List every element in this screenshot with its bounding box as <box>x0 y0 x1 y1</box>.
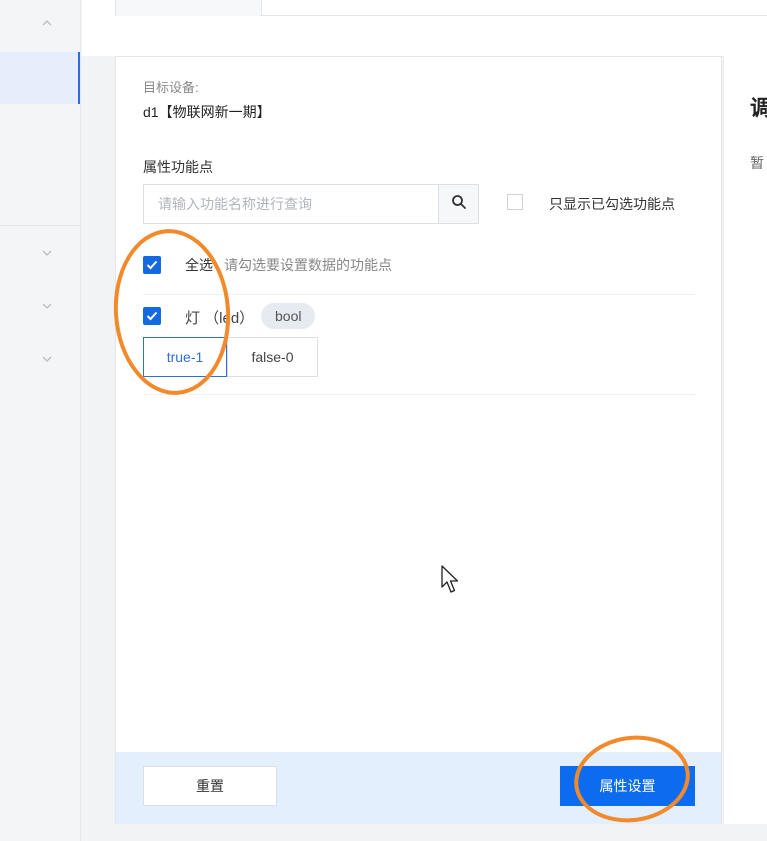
mouse-cursor-icon <box>441 565 461 600</box>
search-input[interactable] <box>144 185 448 223</box>
dialog-footer: 重置 属性设置 <box>116 752 721 824</box>
divider <box>143 294 695 295</box>
property-set-panel: 目标设备: d1【物联网新一期】 属性功能点 只显示已勾选功能点 全选 请勾选要… <box>115 56 722 824</box>
sidebar-item-active[interactable] <box>0 52 80 104</box>
search-button[interactable] <box>438 185 478 223</box>
tab-active[interactable] <box>115 0 262 16</box>
option-true[interactable]: true-1 <box>143 337 227 377</box>
target-device-label: 目标设备: <box>143 80 199 95</box>
option-false[interactable]: false-0 <box>227 337 318 377</box>
only-checked-checkbox[interactable] <box>507 194 523 210</box>
reset-button[interactable]: 重置 <box>143 766 277 806</box>
chevron-down-icon[interactable] <box>40 352 54 366</box>
divider <box>143 394 695 395</box>
select-all-checkbox[interactable] <box>143 256 161 274</box>
right-panel: 调 暂 <box>723 56 767 824</box>
chevron-down-icon[interactable] <box>40 246 54 260</box>
feature-led-label: 灯 （led） <box>185 310 255 327</box>
checkmark-icon <box>146 311 158 321</box>
content-background <box>82 16 767 56</box>
feature-led-checkbox[interactable] <box>143 307 161 325</box>
only-checked-label: 只显示已勾选功能点 <box>549 196 675 212</box>
type-badge: bool <box>261 303 316 329</box>
checkmark-icon <box>146 260 158 270</box>
chevron-down-icon[interactable] <box>40 299 54 313</box>
select-all-label: 全选 <box>185 257 213 273</box>
right-panel-title: 调 <box>750 97 767 120</box>
search-box <box>143 184 479 224</box>
right-panel-text: 暂 <box>750 155 764 171</box>
sidebar <box>0 0 81 841</box>
chevron-up-icon[interactable] <box>40 16 54 30</box>
tab-strip <box>82 0 767 16</box>
select-all-hint: 请勾选要设置数据的功能点 <box>224 257 392 273</box>
section-title: 属性功能点 <box>143 159 213 175</box>
property-set-button[interactable]: 属性设置 <box>560 766 695 806</box>
target-device-name: d1【物联网新一期】 <box>143 104 271 120</box>
sidebar-divider <box>0 225 80 226</box>
search-icon <box>451 194 467 215</box>
